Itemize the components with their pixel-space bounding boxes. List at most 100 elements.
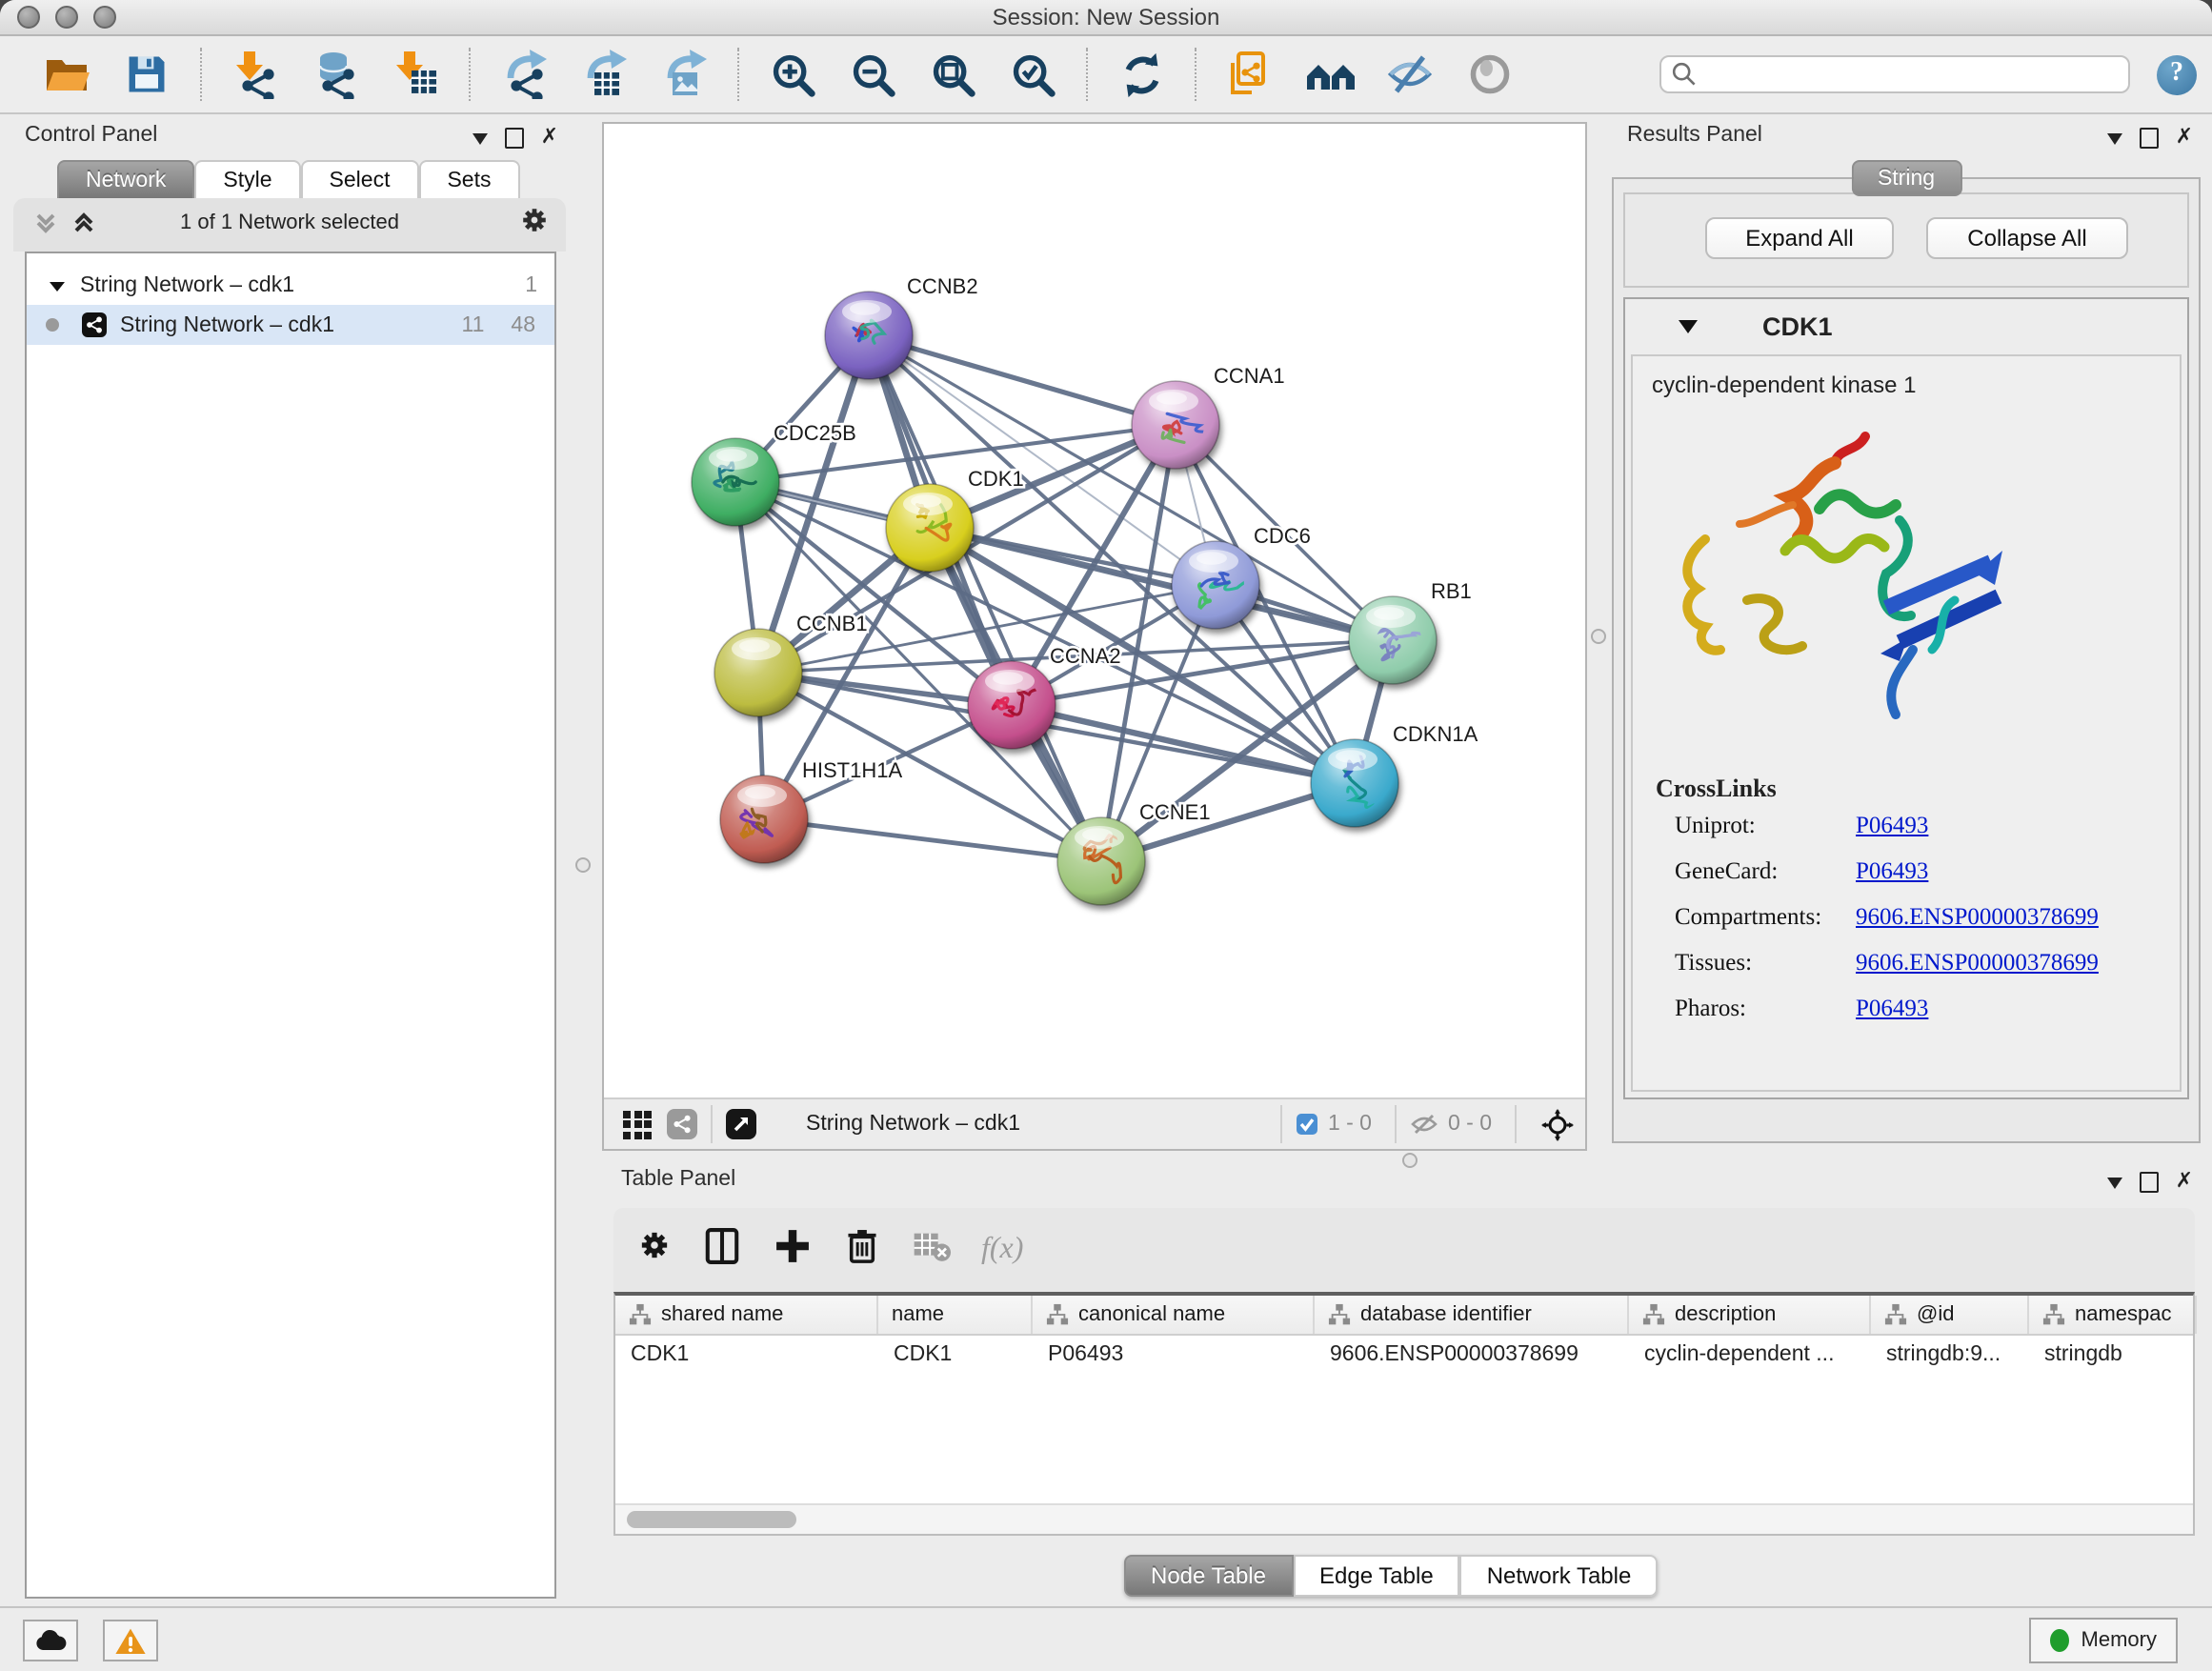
node-CCNA1[interactable]: CCNA1 — [1132, 364, 1285, 469]
collection-count: 1 — [525, 274, 537, 297]
close-panel-icon[interactable]: ✗ — [2176, 130, 2193, 147]
network-row-selected[interactable]: String Network – cdk1 11 48 — [27, 305, 554, 345]
tab-node-table[interactable]: Node Table — [1124, 1555, 1293, 1597]
close-panel-icon[interactable]: ✗ — [2176, 1174, 2193, 1191]
zoom-in-icon[interactable] — [764, 46, 821, 103]
collapse-panel-icon[interactable] — [473, 132, 488, 144]
import-table-icon[interactable] — [387, 46, 444, 103]
edge-HIST1H1A-CCNE1[interactable] — [764, 819, 1101, 861]
node-CDKN1A[interactable]: CDKN1A — [1311, 722, 1478, 827]
column-header--id[interactable]: @id — [1871, 1296, 2029, 1334]
column-header-canonical-name[interactable]: canonical name — [1033, 1296, 1315, 1334]
plus-icon[interactable] — [772, 1224, 814, 1276]
float-panel-icon[interactable] — [2140, 128, 2159, 149]
refresh-layout-icon[interactable] — [1113, 46, 1170, 103]
export-image-icon[interactable] — [655, 46, 713, 103]
hidden-eye-icon[interactable] — [1410, 1113, 1438, 1136]
collapse-all-button[interactable]: Collapse All — [1926, 217, 2128, 259]
crosslink-link[interactable]: 9606.ENSP00000378699 — [1856, 903, 2099, 932]
gene-header[interactable]: CDK1 — [1625, 299, 2187, 352]
node-CCNB1[interactable]: CCNB1 — [714, 612, 868, 716]
table-cell: P06493 — [1033, 1336, 1315, 1378]
left-splitter-handle[interactable] — [575, 857, 591, 873]
table-row[interactable]: CDK1CDK1P064939606.ENSP00000378699cyclin… — [615, 1336, 2193, 1378]
network-options-gear-icon[interactable] — [518, 204, 551, 246]
export-table-icon[interactable] — [575, 46, 633, 103]
import-network-database-icon[interactable] — [307, 46, 364, 103]
selected-checkbox-icon[interactable] — [1296, 1113, 1318, 1136]
network-view-toolbar: String Network – cdk1 1 - 0 0 - 0 — [604, 1097, 1585, 1149]
node-RB1[interactable]: RB1 — [1349, 579, 1472, 684]
birdseye-view-icon[interactable] — [726, 1109, 756, 1139]
edge-CCNB2-CCNE1[interactable] — [869, 335, 1101, 861]
selected-count: 1 - 0 — [1328, 1113, 1372, 1136]
crosslink-label: GeneCard: — [1675, 857, 1856, 886]
help-button[interactable]: ? — [2157, 54, 2197, 94]
homes-icon[interactable] — [1301, 46, 1358, 103]
warning-icon — [114, 1626, 147, 1655]
crosslink-link[interactable]: P06493 — [1856, 857, 1928, 886]
crosslink-link[interactable]: P06493 — [1856, 812, 1928, 840]
node-HIST1H1A[interactable]: HIST1H1A — [720, 758, 902, 863]
table-horizontal-scrollbar[interactable] — [615, 1503, 2193, 1534]
search-field[interactable] — [1659, 55, 2130, 93]
columns-icon[interactable] — [701, 1224, 743, 1276]
collapse-panel-icon[interactable] — [2107, 132, 2122, 144]
edge-CDK1-RB1[interactable] — [930, 528, 1393, 640]
collapse-panel-icon[interactable] — [2107, 1177, 2122, 1188]
hide-unhide-icon[interactable] — [1381, 46, 1438, 103]
column-header-shared-name[interactable]: shared name — [615, 1296, 878, 1334]
share-view-icon[interactable] — [667, 1109, 697, 1139]
expand-all-button[interactable]: Expand All — [1705, 217, 1894, 259]
tab-sets[interactable]: Sets — [418, 160, 519, 198]
grid-view-icon[interactable] — [623, 1110, 652, 1138]
scrollbar-thumb[interactable] — [627, 1511, 796, 1528]
node-CDK1[interactable]: CDK1 — [886, 467, 1024, 572]
tab-style[interactable]: Style — [194, 160, 300, 198]
tab-string[interactable]: String — [1851, 160, 1961, 196]
node-count: 11 — [462, 313, 485, 336]
crosslink-row: Compartments:9606.ENSP00000378699 — [1675, 903, 2180, 932]
right-splitter-handle[interactable] — [1591, 629, 1606, 644]
sphere-icon[interactable] — [1461, 46, 1518, 103]
cloud-button[interactable] — [23, 1620, 78, 1661]
crosslink-link[interactable]: P06493 — [1856, 995, 1928, 1023]
table-header-row: shared namenamecanonical namedatabase id… — [615, 1296, 2193, 1336]
collapse-gene-icon[interactable] — [1679, 319, 1698, 332]
node-label-CDC6: CDC6 — [1254, 524, 1311, 548]
import-network-file-icon[interactable] — [227, 46, 284, 103]
network-collection-row[interactable]: String Network – cdk1 1 — [27, 269, 554, 303]
node-CCNB2[interactable]: CCNB2 — [825, 274, 978, 379]
expand-collection-icon[interactable] — [50, 281, 65, 291]
network-canvas[interactable]: CCNB2CCNA1CDC25BCDK1CDC6RB1CCNB1CCNA2CDK… — [604, 124, 1585, 1099]
table-gear-icon[interactable] — [636, 1227, 673, 1273]
node-CDC25B[interactable]: CDC25B — [692, 421, 856, 526]
search-input[interactable] — [1659, 55, 2130, 93]
column-header-name[interactable]: name — [878, 1296, 1033, 1334]
warning-button[interactable] — [103, 1620, 158, 1661]
save-session-icon[interactable] — [118, 46, 175, 103]
memory-button[interactable]: Memory — [2030, 1618, 2178, 1663]
share-document-icon[interactable] — [1221, 46, 1278, 103]
trash-icon[interactable] — [842, 1224, 882, 1276]
tab-network[interactable]: Network — [57, 160, 194, 198]
float-panel-icon[interactable] — [505, 128, 524, 149]
fit-selected-crosshair-icon[interactable] — [1541, 1108, 1574, 1140]
tab-select[interactable]: Select — [301, 160, 419, 198]
crosslink-row: Tissues:9606.ENSP00000378699 — [1675, 949, 2180, 977]
column-header-namespac[interactable]: namespac — [2029, 1296, 2197, 1334]
zoom-out-icon[interactable] — [844, 46, 901, 103]
crosslink-link[interactable]: 9606.ENSP00000378699 — [1856, 949, 2099, 977]
float-panel-icon[interactable] — [2140, 1172, 2159, 1193]
open-session-icon[interactable] — [38, 46, 95, 103]
tab-network-table[interactable]: Network Table — [1460, 1555, 1659, 1597]
zoom-selected-icon[interactable] — [1004, 46, 1061, 103]
column-header-database-identifier[interactable]: database identifier — [1315, 1296, 1629, 1334]
tab-edge-table[interactable]: Edge Table — [1293, 1555, 1460, 1597]
delete-table-icon — [911, 1226, 953, 1274]
export-network-icon[interactable] — [495, 46, 553, 103]
close-panel-icon[interactable]: ✗ — [541, 130, 558, 147]
column-header-description[interactable]: description — [1629, 1296, 1871, 1334]
network-view[interactable]: CCNB2CCNA1CDC25BCDK1CDC6RB1CCNB1CCNA2CDK… — [602, 122, 1587, 1151]
zoom-fit-icon[interactable] — [924, 46, 981, 103]
